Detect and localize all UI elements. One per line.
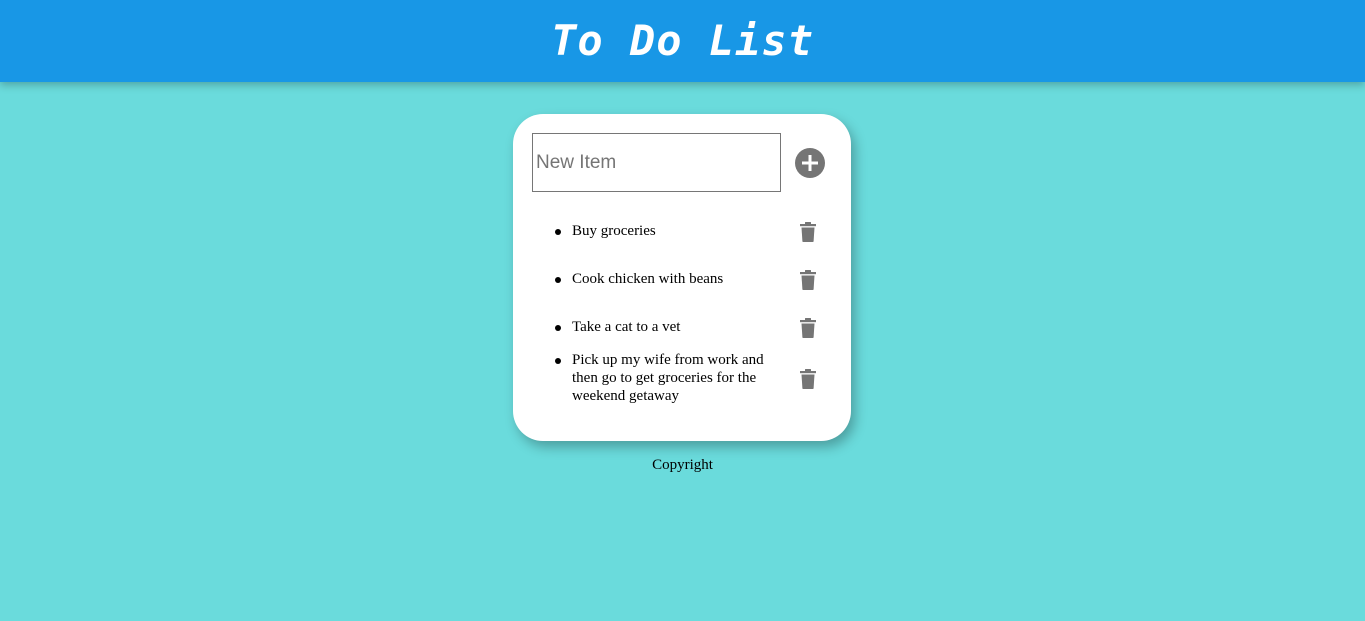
delete-item-button[interactable] xyxy=(799,318,817,338)
bullet xyxy=(555,277,561,283)
item-text: Buy groceries xyxy=(572,223,656,239)
new-item-input[interactable] xyxy=(532,133,781,192)
bullet xyxy=(555,229,561,235)
trash-icon xyxy=(800,318,816,338)
item-text: Cook chicken with beans xyxy=(572,271,724,287)
trash-icon xyxy=(800,222,816,242)
delete-item-button[interactable] xyxy=(799,369,817,389)
item-text: Pick up my wife from work and then go to… xyxy=(572,352,764,404)
plus-circle-icon xyxy=(802,155,818,171)
bullet xyxy=(555,325,561,331)
page-title: To Do List xyxy=(551,15,814,65)
add-item-button[interactable] xyxy=(795,148,825,178)
trash-icon xyxy=(800,369,816,389)
delete-item-button[interactable] xyxy=(799,222,817,242)
trash-icon xyxy=(800,270,816,290)
copyright-footer: Copyright xyxy=(652,457,713,473)
app-header: To Do List xyxy=(0,0,1365,82)
delete-item-button[interactable] xyxy=(799,270,817,290)
todo-card: Buy groceries Cook chicken with beans Ta… xyxy=(513,114,851,441)
bullet xyxy=(555,358,561,364)
item-text: Take a cat to a vet xyxy=(572,319,681,335)
